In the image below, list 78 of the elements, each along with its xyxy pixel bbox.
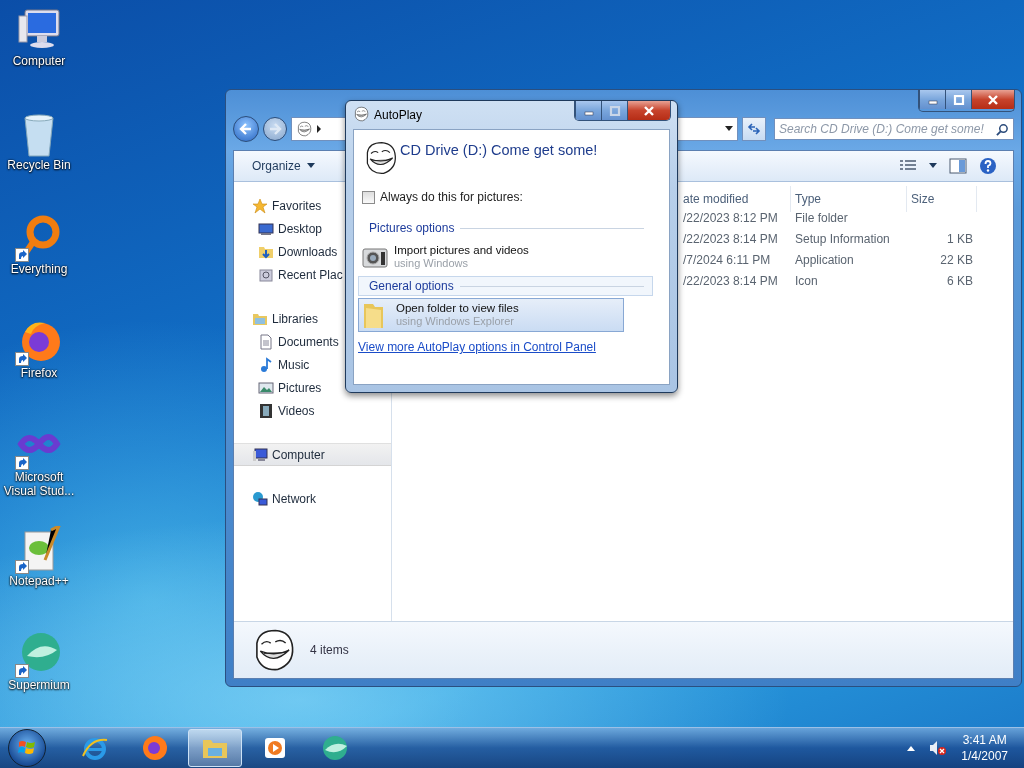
computer-icon xyxy=(252,446,268,463)
star-icon xyxy=(252,197,268,214)
show-hidden-icons-caret[interactable] xyxy=(907,745,916,751)
document-icon xyxy=(258,333,274,350)
column-header[interactable]: ate modified xyxy=(679,186,791,212)
refresh-button[interactable] xyxy=(742,117,766,141)
grin-face-icon xyxy=(296,121,312,137)
option-title: Open folder to view files xyxy=(396,302,519,315)
video-icon xyxy=(258,402,274,419)
size-cell-text: 22 KB xyxy=(939,251,974,269)
back-button[interactable] xyxy=(233,116,259,142)
dialog-heading: CD Drive (D:) Come get some! xyxy=(400,142,598,158)
help-icon xyxy=(979,157,997,175)
type-cell-text: File folder xyxy=(794,209,849,227)
checkbox[interactable] xyxy=(362,190,375,204)
network-icon xyxy=(252,490,268,507)
control-panel-link[interactable]: View more AutoPlay options in Control Panel xyxy=(358,340,653,354)
caret-icon xyxy=(306,163,315,169)
minimize-button[interactable] xyxy=(919,90,945,109)
desktop-icon-label[interactable]: Recycle Bin xyxy=(1,158,77,172)
minimize-button[interactable] xyxy=(575,101,601,120)
section-header: Pictures options xyxy=(358,218,653,238)
autoplay-option[interactable]: Open folder to view files using Windows Explorer xyxy=(358,298,624,332)
nav-item[interactable]: Computer xyxy=(234,443,391,466)
close-icon xyxy=(643,105,655,116)
size-cell-text: 6 KB xyxy=(946,272,974,290)
option-subtitle: using Windows Explorer xyxy=(396,315,515,328)
organize-button[interactable]: Organize xyxy=(246,155,321,177)
checkbox-label: Always do this for pictures: xyxy=(380,190,523,204)
firefox-app-icon xyxy=(141,734,169,762)
nav-item[interactable]: Music xyxy=(234,353,391,376)
option-title: Import pictures and videos xyxy=(394,244,529,257)
search-field[interactable]: Search CD Drive (D:) Come get some! xyxy=(774,118,1014,140)
date-cell-text: /22/2023 8:14 PM xyxy=(682,272,779,290)
pane-icon xyxy=(949,158,967,174)
type-cell-text: Setup Information xyxy=(794,230,891,248)
type-cell-text: Icon xyxy=(794,272,819,290)
type-cell-text: Application xyxy=(794,251,855,269)
date-cell-text: /7/2024 6:11 PM xyxy=(682,251,772,269)
muted-speaker-icon[interactable] xyxy=(929,740,948,756)
date-cell-text: /22/2023 8:12 PM xyxy=(682,209,779,227)
desktop-icon-label[interactable]: Everything xyxy=(1,262,77,276)
desktop-icon-label[interactable]: Firefox xyxy=(1,366,77,380)
start-button[interactable] xyxy=(8,729,46,767)
close-button[interactable] xyxy=(971,90,1014,109)
dropdown-caret-icon[interactable] xyxy=(725,126,733,132)
close-icon xyxy=(987,94,999,105)
refresh-arrows-icon xyxy=(747,122,761,136)
column-header[interactable]: Type xyxy=(791,186,907,212)
desktop-icon-label[interactable]: Microsoft Visual Stud... xyxy=(1,470,77,498)
maximize-icon xyxy=(952,94,965,105)
nav-item[interactable]: Network xyxy=(234,487,391,510)
forward-button[interactable] xyxy=(263,117,287,141)
column-header[interactable]: Size xyxy=(907,186,977,212)
search-icon xyxy=(996,122,1009,136)
maximize-button[interactable] xyxy=(601,101,627,120)
caret-icon xyxy=(929,163,937,169)
picture-icon xyxy=(258,379,274,396)
sphere-app-icon xyxy=(321,734,349,762)
section-header: General options xyxy=(358,276,653,296)
maximize-icon xyxy=(608,105,621,116)
size-cell-text: 1 KB xyxy=(946,230,974,248)
back-arrow-icon xyxy=(239,122,253,136)
nav-item[interactable]: Pictures xyxy=(234,376,391,399)
clock[interactable]: 3:41 AM 1/4/2007 xyxy=(961,732,1008,764)
grin-face-icon xyxy=(353,106,369,122)
music-icon xyxy=(258,356,274,373)
option-subtitle: using Windows xyxy=(394,257,469,270)
item-count: 4 items xyxy=(310,643,349,657)
dialog-title: AutoPlay xyxy=(374,108,423,122)
forward-arrow-icon xyxy=(268,122,282,136)
chevron-icon xyxy=(316,125,322,133)
close-button[interactable] xyxy=(627,101,670,120)
date-cell-text: /22/2023 8:14 PM xyxy=(682,230,779,248)
maximize-button[interactable] xyxy=(945,90,971,109)
desktop-icon-label[interactable]: Computer xyxy=(1,54,77,68)
nav-item[interactable]: Videos xyxy=(234,399,391,422)
desktop-icon xyxy=(258,220,274,237)
